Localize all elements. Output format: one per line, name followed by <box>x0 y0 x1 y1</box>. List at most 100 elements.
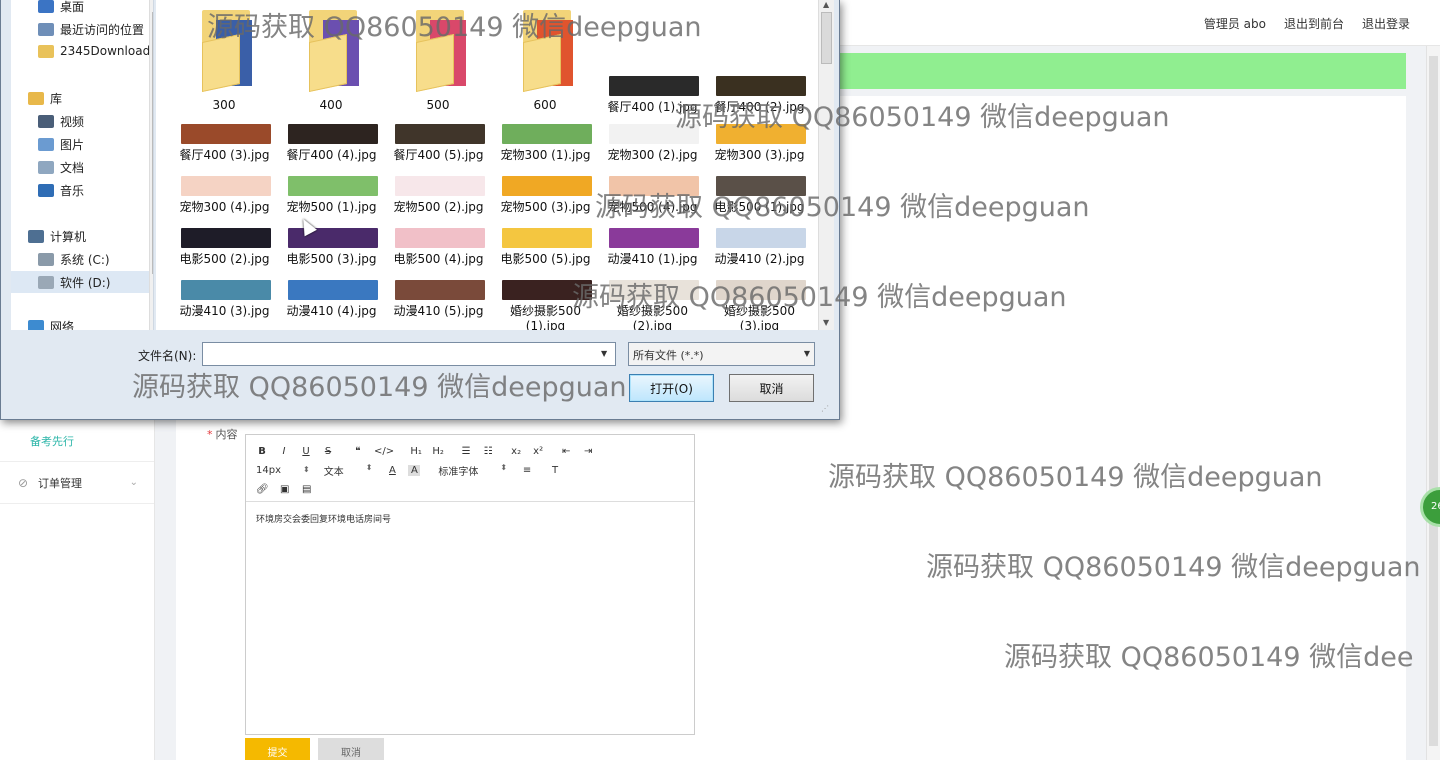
align-icon[interactable]: ≡ <box>521 465 533 476</box>
folder-label: 400 <box>319 98 343 112</box>
blockquote-button[interactable]: ❝ <box>352 446 364 457</box>
resize-grip-icon[interactable]: ⋰ <box>821 404 829 413</box>
admin-user-link[interactable]: 管理员 abo <box>1204 15 1266 32</box>
floating-badge[interactable]: 26 <box>1420 487 1440 527</box>
file-scrollbar[interactable]: ▲ ▼ <box>818 0 834 330</box>
page-scrollbar[interactable] <box>1426 46 1440 760</box>
heading1-button[interactable]: H₁ <box>410 446 422 457</box>
open-button[interactable]: 打开(O) <box>629 374 714 402</box>
dialog-footer: 文件名(N): ▼ 所有文件 (*.*) ▼ 打开(O) 取消 ⋰ <box>1 330 841 420</box>
logout-link[interactable]: 退出登录 <box>1362 15 1410 32</box>
nav-recent-places[interactable]: 最近访问的位置 <box>38 21 144 38</box>
scrollbar-thumb[interactable] <box>152 12 153 274</box>
select-arrow-icon: ⬍ <box>303 465 310 474</box>
slash-icon: ⊘ <box>18 475 29 490</box>
bullet-list-button[interactable]: ☷ <box>482 446 494 457</box>
file-label: 电影500 (4).jpg <box>393 252 484 266</box>
file-label: 宠物500 (2).jpg <box>393 200 484 214</box>
nav-network[interactable]: 网络 <box>28 318 74 330</box>
image-thumbnail-icon <box>181 228 271 248</box>
clear-format-icon[interactable]: T <box>549 465 561 476</box>
toolbar-row-format: B I U S ❝ </> H₁ H₂ ☰ ☷ x₂ x² ⇤ ⇥ <box>256 442 686 461</box>
image-thumbnail-icon <box>609 76 699 96</box>
sidebar-item-exam[interactable]: 备考先行 <box>0 420 154 462</box>
dialog-cancel-button[interactable]: 取消 <box>729 374 814 402</box>
scroll-up-icon[interactable]: ▲ <box>153 0 154 9</box>
file-open-dialog: 桌面 最近访问的位置 2345Downloads 库 视频 图片 文档 音乐 计… <box>0 0 840 420</box>
network-icon <box>28 320 44 330</box>
folder-label: 300 <box>212 98 236 112</box>
filetype-select[interactable]: 所有文件 (*.*) ▼ <box>628 342 815 366</box>
block-type-select[interactable]: 文本 ⬍ <box>324 463 373 478</box>
editor-content[interactable]: 环境房交会委回复环境电话房间号 <box>246 502 694 535</box>
font-family-select[interactable]: 标准字体 ⬍ <box>438 463 507 478</box>
image-thumbnail-icon <box>288 280 378 300</box>
folder-icon <box>416 10 468 93</box>
scrollbar-thumb[interactable] <box>821 12 832 64</box>
subscript-button[interactable]: x₂ <box>510 446 522 457</box>
outdent-button[interactable]: ⇤ <box>560 446 572 457</box>
content-field-label: * 内容 <box>207 428 238 441</box>
file-label: 电影500 (5).jpg <box>500 252 591 266</box>
file-label: 宠物300 (4).jpg <box>179 200 270 214</box>
file-label: 动漫410 (5).jpg <box>393 304 484 318</box>
bold-button[interactable]: B <box>256 446 268 457</box>
underline-button[interactable]: U <box>300 446 312 457</box>
font-size-select[interactable]: 14px ⬍ <box>256 465 310 476</box>
scrollbar-thumb[interactable] <box>1429 56 1438 746</box>
select-arrow-icon: ⬍ <box>500 463 508 472</box>
italic-button[interactable]: I <box>278 446 290 457</box>
desktop-icon <box>38 0 54 13</box>
image-thumbnail-icon <box>502 176 592 196</box>
drive-icon <box>38 275 54 289</box>
sidebar-item-label: 订单管理 <box>38 476 82 490</box>
image-thumbnail-icon <box>609 280 699 300</box>
chevron-down-icon[interactable]: ▼ <box>601 349 607 358</box>
nav-computer[interactable]: 计算机 <box>28 228 86 245</box>
image-thumbnail-icon <box>609 124 699 144</box>
ordered-list-button[interactable]: ☰ <box>460 446 472 457</box>
cancel-button[interactable]: 取消 <box>318 738 384 760</box>
nav-drive-d[interactable]: 软件 (D:) <box>11 271 149 293</box>
form-buttons: 提交 取消 <box>245 738 384 760</box>
nav-music[interactable]: 音乐 <box>38 182 84 199</box>
image-thumbnail-icon <box>395 176 485 196</box>
scroll-up-icon[interactable]: ▲ <box>823 0 829 9</box>
nav-videos[interactable]: 视频 <box>38 113 84 130</box>
scroll-down-icon[interactable]: ▼ <box>823 318 829 327</box>
back-to-frontend-link[interactable]: 退出到前台 <box>1284 15 1344 32</box>
sidebar-item-orders[interactable]: ⊘ 订单管理 ⌄ <box>0 462 154 504</box>
filename-input[interactable] <box>202 342 616 366</box>
file-label: 电影500 (3).jpg <box>286 252 377 266</box>
file-list-pane: 300 400 500 600 餐厅400 (1).jpg 餐厅400 (2).jpg 餐厅… <box>156 0 819 330</box>
toolbar-row-insert: 🔗︎ ▣ ▤ <box>256 480 686 499</box>
drive-icon <box>38 253 54 266</box>
image-icon[interactable]: ▣ <box>279 484 291 495</box>
nav-documents[interactable]: 文档 <box>38 159 84 176</box>
folder-icon <box>523 10 575 93</box>
code-block-button[interactable]: </> <box>374 446 394 457</box>
nav-downloads[interactable]: 2345Downloads <box>38 44 153 58</box>
submit-button[interactable]: 提交 <box>245 738 310 760</box>
page-banner-bar <box>840 53 1406 89</box>
background-color-icon[interactable]: A <box>408 465 421 476</box>
video-icon[interactable]: ▤ <box>301 484 313 495</box>
scroll-down-icon[interactable]: ▼ <box>153 318 154 327</box>
rich-text-editor[interactable]: B I U S ❝ </> H₁ H₂ ☰ ☷ x₂ x² ⇤ ⇥ 14px ⬍ … <box>245 434 695 735</box>
file-label: 宠物500 (3).jpg <box>500 200 591 214</box>
nav-pictures[interactable]: 图片 <box>38 136 84 153</box>
font-color-icon[interactable]: A <box>386 465 398 476</box>
library-icon <box>28 92 44 105</box>
heading2-button[interactable]: H₂ <box>432 446 444 457</box>
superscript-button[interactable]: x² <box>532 446 544 457</box>
nav-drive-c[interactable]: 系统 (C:) <box>38 251 110 268</box>
nav-libraries[interactable]: 库 <box>28 90 62 107</box>
indent-button[interactable]: ⇥ <box>582 446 594 457</box>
nav-desktop[interactable]: 桌面 <box>38 0 84 15</box>
link-icon[interactable]: 🔗︎ <box>256 484 269 495</box>
file-label: 动漫410 (3).jpg <box>179 304 270 318</box>
music-icon <box>38 184 54 197</box>
select-arrow-icon: ⬍ <box>365 463 373 472</box>
nav-scrollbar[interactable]: ▲ ▼ <box>149 0 154 330</box>
strikethrough-button[interactable]: S <box>322 446 334 457</box>
